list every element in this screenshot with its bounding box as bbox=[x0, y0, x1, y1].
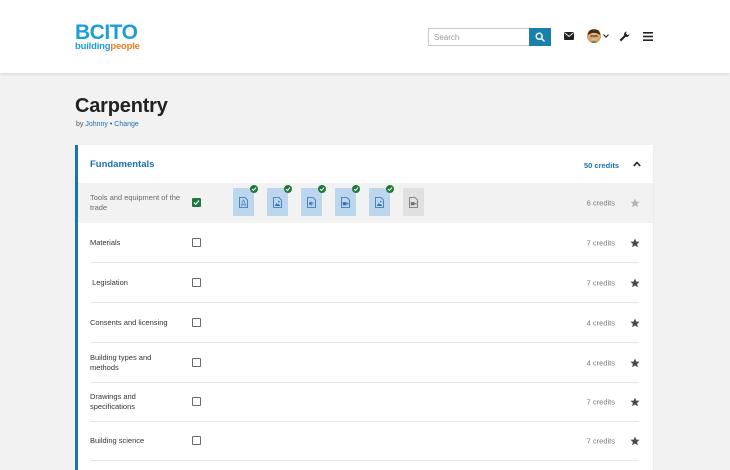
video-document-icon bbox=[409, 197, 418, 208]
check-icon bbox=[251, 187, 257, 192]
search-icon bbox=[535, 32, 545, 42]
byline-separator: • bbox=[109, 121, 113, 128]
completion-checkbox[interactable] bbox=[192, 318, 201, 327]
hamburger-menu-icon[interactable] bbox=[643, 32, 653, 41]
change-link[interactable]: Change bbox=[114, 121, 139, 128]
mail-icon[interactable] bbox=[564, 32, 574, 40]
star-icon[interactable] bbox=[630, 358, 640, 368]
row-credits: 6 credits bbox=[586, 198, 615, 208]
row-divider bbox=[90, 460, 639, 461]
table-row[interactable]: Building science 7 credits bbox=[78, 421, 653, 461]
resource-tile[interactable] bbox=[301, 185, 326, 216]
table-row[interactable]: Materials 7 credits bbox=[78, 223, 653, 263]
section-header[interactable]: Fundamentals 50 credits bbox=[78, 145, 653, 183]
completion-checkbox[interactable] bbox=[192, 198, 201, 207]
table-row[interactable]: Tools and equipment of the trade 6 credi… bbox=[78, 183, 653, 223]
byline-prefix: by bbox=[76, 121, 84, 128]
star-icon[interactable] bbox=[630, 238, 640, 248]
avatar[interactable] bbox=[587, 29, 601, 43]
star-icon[interactable] bbox=[630, 278, 640, 288]
bcito-logo[interactable]: BCITO buildingpeople bbox=[75, 21, 140, 52]
star-icon[interactable] bbox=[630, 198, 640, 208]
table-row[interactable]: Drawings and specifications 7 credits bbox=[78, 382, 653, 422]
star-icon[interactable] bbox=[630, 318, 640, 328]
row-title: Building types and methods bbox=[90, 353, 152, 372]
resource-tile[interactable] bbox=[369, 185, 394, 216]
resource-tile[interactable] bbox=[233, 185, 258, 216]
logo-wordmark: BCITO bbox=[75, 21, 138, 44]
row-credits: 4 credits bbox=[586, 358, 615, 368]
section-credits: 50 credits bbox=[584, 161, 620, 170]
completed-badge bbox=[352, 185, 360, 193]
user-face-icon bbox=[587, 29, 601, 43]
row-title: Legislation bbox=[90, 278, 128, 287]
section-title[interactable]: Fundamentals bbox=[90, 159, 154, 170]
checkmark-icon bbox=[193, 200, 200, 206]
search-input[interactable] bbox=[428, 28, 529, 46]
logo-tagline-building: building bbox=[75, 41, 111, 52]
row-title: Tools and equipment of the trade bbox=[90, 193, 181, 212]
completion-checkbox[interactable] bbox=[192, 238, 201, 247]
completion-checkbox[interactable] bbox=[192, 397, 201, 406]
check-icon bbox=[319, 187, 325, 192]
star-icon[interactable] bbox=[630, 397, 640, 407]
search-button[interactable] bbox=[529, 28, 551, 46]
row-title: Building science bbox=[90, 436, 145, 445]
author-link[interactable]: Johnny bbox=[85, 121, 108, 128]
table-row[interactable]: Building types and methods 4 credits bbox=[78, 343, 653, 383]
completed-badge bbox=[284, 185, 292, 193]
logo-tagline-people: people bbox=[110, 41, 140, 52]
check-icon bbox=[285, 187, 291, 192]
completed-badge bbox=[386, 185, 394, 193]
pdf-document-icon bbox=[239, 197, 248, 208]
check-icon bbox=[353, 187, 359, 192]
row-credits: 7 credits bbox=[586, 397, 615, 407]
audio-document-icon bbox=[307, 197, 316, 208]
check-icon bbox=[387, 187, 393, 192]
section-card: Fundamentals 50 credits Tools and equipm… bbox=[75, 145, 653, 470]
page-title: Carpentry bbox=[75, 95, 168, 117]
chevron-up-icon[interactable] bbox=[633, 161, 641, 167]
star-icon[interactable] bbox=[630, 436, 640, 446]
completion-checkbox[interactable] bbox=[192, 278, 201, 287]
wrench-icon[interactable] bbox=[619, 31, 630, 42]
row-title: Consents and licensing bbox=[90, 318, 168, 327]
chevron-down-icon[interactable] bbox=[603, 34, 609, 38]
completion-checkbox[interactable] bbox=[192, 436, 201, 445]
image-document-icon bbox=[273, 197, 282, 208]
byline: by Johnny • Change bbox=[76, 121, 139, 128]
table-row[interactable]: Legislation 7 credits bbox=[78, 263, 653, 303]
row-title: Materials bbox=[90, 238, 121, 247]
completed-badge bbox=[250, 185, 258, 193]
image-document-icon bbox=[375, 197, 384, 208]
row-title: Drawings and specifications bbox=[90, 392, 136, 411]
resource-tile[interactable] bbox=[335, 185, 360, 216]
row-credits: 4 credits bbox=[586, 318, 615, 328]
row-credits: 7 credits bbox=[586, 436, 615, 446]
row-credits: 7 credits bbox=[586, 238, 615, 248]
resource-tile[interactable] bbox=[267, 185, 292, 216]
logo-tagline: buildingpeople bbox=[75, 41, 140, 52]
video-document-icon bbox=[341, 197, 350, 208]
table-row[interactable]: Consents and licensing 4 credits bbox=[78, 303, 653, 343]
top-bar: BCITO buildingpeople bbox=[0, 0, 730, 73]
row-credits: 7 credits bbox=[586, 278, 615, 288]
resource-tile[interactable] bbox=[403, 188, 424, 216]
completion-checkbox[interactable] bbox=[192, 358, 201, 367]
completed-badge bbox=[318, 185, 326, 193]
